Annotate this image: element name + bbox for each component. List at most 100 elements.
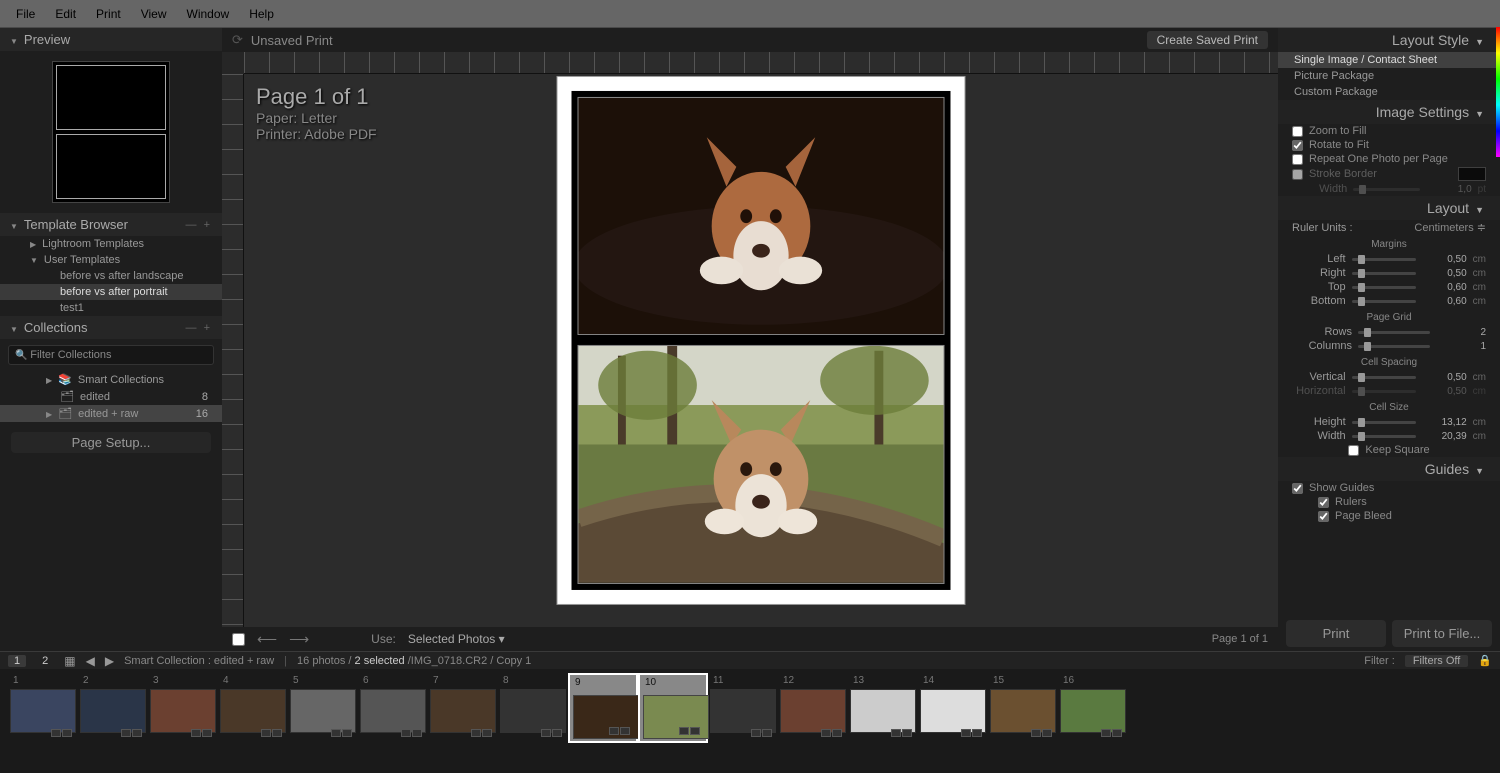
spacing-horizontal-slider[interactable] bbox=[1352, 390, 1416, 393]
columns-slider[interactable] bbox=[1358, 345, 1430, 348]
templates-user[interactable]: User Templates bbox=[0, 252, 222, 268]
menu-help[interactable]: Help bbox=[239, 3, 284, 25]
filmstrip-thumb[interactable]: 6 bbox=[358, 673, 428, 743]
filmstrip-thumb[interactable]: 13 bbox=[848, 673, 918, 743]
filter-dropdown[interactable]: Filters Off bbox=[1405, 655, 1468, 667]
template-browser-header[interactable]: Template Browser — + bbox=[0, 213, 222, 236]
panel-add-remove[interactable]: — + bbox=[186, 219, 212, 231]
cell-width-value[interactable]: 20,39 bbox=[1422, 431, 1467, 442]
cell-height-slider[interactable] bbox=[1352, 421, 1416, 424]
page-setup-button[interactable]: Page Setup... bbox=[11, 432, 211, 453]
print-page[interactable] bbox=[558, 76, 965, 603]
next-page-icon[interactable]: ⟶ bbox=[289, 631, 309, 648]
create-saved-print-button[interactable]: Create Saved Print bbox=[1147, 31, 1268, 49]
cell-width-slider[interactable] bbox=[1352, 435, 1416, 438]
template-item[interactable]: test1 bbox=[0, 300, 222, 316]
filmstrip-thumb[interactable]: 1 bbox=[8, 673, 78, 743]
ruler-units-dropdown[interactable]: Centimeters ≑ bbox=[1414, 221, 1486, 234]
nav-prev-icon[interactable]: ◀ bbox=[86, 654, 95, 668]
filmstrip-thumb[interactable]: 15 bbox=[988, 673, 1058, 743]
stroke-border-checkbox[interactable] bbox=[1292, 169, 1303, 180]
layout-style-picture-package[interactable]: Picture Package bbox=[1278, 68, 1500, 84]
filter-lock-icon[interactable]: 🔒 bbox=[1478, 654, 1492, 667]
panel-add-remove[interactable]: — + bbox=[186, 322, 212, 334]
filmstrip-thumb[interactable]: 12 bbox=[778, 673, 848, 743]
soft-proof-checkbox[interactable] bbox=[232, 633, 245, 646]
filmstrip[interactable]: 12345678910111213141516 bbox=[0, 669, 1500, 747]
filmstrip-thumb[interactable]: 7 bbox=[428, 673, 498, 743]
menu-edit[interactable]: Edit bbox=[45, 3, 86, 25]
filmstrip-thumb[interactable]: 8 bbox=[498, 673, 568, 743]
filmstrip-thumb[interactable]: 4 bbox=[218, 673, 288, 743]
filmstrip-thumb[interactable]: 9 bbox=[568, 673, 638, 743]
filmstrip-thumb[interactable]: 5 bbox=[288, 673, 358, 743]
layout-style-header[interactable]: Layout Style▼ bbox=[1278, 28, 1500, 52]
collection-edited-raw[interactable]: 🗂edited + raw16 bbox=[0, 405, 222, 422]
use-mode-dropdown[interactable]: Selected Photos ▾ bbox=[408, 632, 505, 646]
chevron-down-icon bbox=[10, 32, 18, 47]
menu-view[interactable]: View bbox=[131, 3, 177, 25]
columns-value[interactable]: 1 bbox=[1436, 341, 1486, 352]
second-monitor-2[interactable]: 2 bbox=[36, 655, 54, 667]
chevron-right-icon bbox=[30, 238, 36, 250]
photo-cell-2[interactable] bbox=[578, 345, 945, 583]
margin-top-value[interactable]: 0,60 bbox=[1422, 282, 1467, 293]
refresh-icon[interactable]: ⟳ bbox=[232, 32, 251, 48]
cell-height-value[interactable]: 13,12 bbox=[1422, 417, 1467, 428]
layout-style-single[interactable]: Single Image / Contact Sheet bbox=[1278, 52, 1500, 68]
rows-slider[interactable] bbox=[1358, 331, 1430, 334]
collection-edited[interactable]: 🗂edited8 bbox=[0, 388, 222, 405]
margin-right-slider[interactable] bbox=[1352, 272, 1416, 275]
templates-lightroom[interactable]: Lightroom Templates bbox=[0, 236, 222, 252]
guides-header[interactable]: Guides▼ bbox=[1278, 457, 1500, 481]
filmstrip-thumb[interactable]: 14 bbox=[918, 673, 988, 743]
filmstrip-thumb[interactable]: 2 bbox=[78, 673, 148, 743]
margin-left-value[interactable]: 0,50 bbox=[1422, 254, 1467, 265]
menu-file[interactable]: File bbox=[6, 3, 45, 25]
image-settings-header[interactable]: Image Settings▼ bbox=[1278, 100, 1500, 124]
photo-cell-1[interactable] bbox=[578, 96, 945, 335]
layout-header[interactable]: Layout▼ bbox=[1278, 196, 1500, 220]
print-to-file-button[interactable]: Print to File... bbox=[1392, 620, 1492, 647]
filmstrip-thumb[interactable]: 16 bbox=[1058, 673, 1128, 743]
nav-next-icon[interactable]: ▶ bbox=[105, 654, 114, 668]
template-item[interactable]: before vs after landscape bbox=[0, 268, 222, 284]
filmstrip-thumb[interactable]: 3 bbox=[148, 673, 218, 743]
margin-top-slider[interactable] bbox=[1352, 286, 1416, 289]
collection-smart[interactable]: 📚Smart Collections bbox=[0, 371, 222, 388]
prev-page-icon[interactable]: ⟵ bbox=[257, 631, 277, 648]
layout-style-custom-package[interactable]: Custom Package bbox=[1278, 84, 1500, 100]
menu-window[interactable]: Window bbox=[177, 3, 240, 25]
filmstrip-thumb[interactable]: 10 bbox=[638, 673, 708, 743]
filmstrip-thumb[interactable]: 11 bbox=[708, 673, 778, 743]
margin-left-slider[interactable] bbox=[1352, 258, 1416, 261]
spacing-horizontal-value[interactable]: 0,50 bbox=[1422, 386, 1467, 397]
keep-square-checkbox[interactable] bbox=[1348, 445, 1359, 456]
filter-collections-input[interactable]: Filter Collections bbox=[8, 345, 214, 365]
spacing-vertical-slider[interactable] bbox=[1352, 376, 1416, 379]
template-item-selected[interactable]: before vs after portrait bbox=[0, 284, 222, 300]
rows-value[interactable]: 2 bbox=[1436, 327, 1486, 338]
show-guides-checkbox[interactable] bbox=[1292, 483, 1303, 494]
stroke-color-swatch[interactable] bbox=[1458, 167, 1486, 181]
second-monitor-1[interactable]: 1 bbox=[8, 655, 26, 667]
menu-print[interactable]: Print bbox=[86, 3, 131, 25]
grid-view-icon[interactable]: ▦ bbox=[64, 654, 75, 668]
preview-panel-header[interactable]: Preview bbox=[0, 28, 222, 51]
stroke-width-slider[interactable] bbox=[1353, 188, 1419, 191]
margin-right-value[interactable]: 0,50 bbox=[1422, 268, 1467, 279]
guide-bleed-checkbox[interactable] bbox=[1318, 511, 1329, 522]
rotate-to-fit-checkbox[interactable] bbox=[1292, 140, 1303, 151]
guide-rulers-checkbox[interactable] bbox=[1318, 497, 1329, 508]
zoom-to-fill-checkbox[interactable] bbox=[1292, 126, 1303, 137]
ruler-units-label: Ruler Units : bbox=[1292, 222, 1408, 234]
filmstrip-path[interactable]: Smart Collection : edited + raw bbox=[124, 655, 274, 667]
collections-header[interactable]: Collections — + bbox=[0, 316, 222, 339]
margin-bottom-value[interactable]: 0,60 bbox=[1422, 296, 1467, 307]
spacing-vertical-value[interactable]: 0,50 bbox=[1422, 372, 1467, 383]
stroke-width-value[interactable]: 1,0 bbox=[1426, 184, 1472, 195]
repeat-photo-checkbox[interactable] bbox=[1292, 154, 1303, 165]
margin-bottom-slider[interactable] bbox=[1352, 300, 1416, 303]
page-indicator: Page 1 of 1 bbox=[1212, 633, 1268, 645]
print-button[interactable]: Print bbox=[1286, 620, 1386, 647]
